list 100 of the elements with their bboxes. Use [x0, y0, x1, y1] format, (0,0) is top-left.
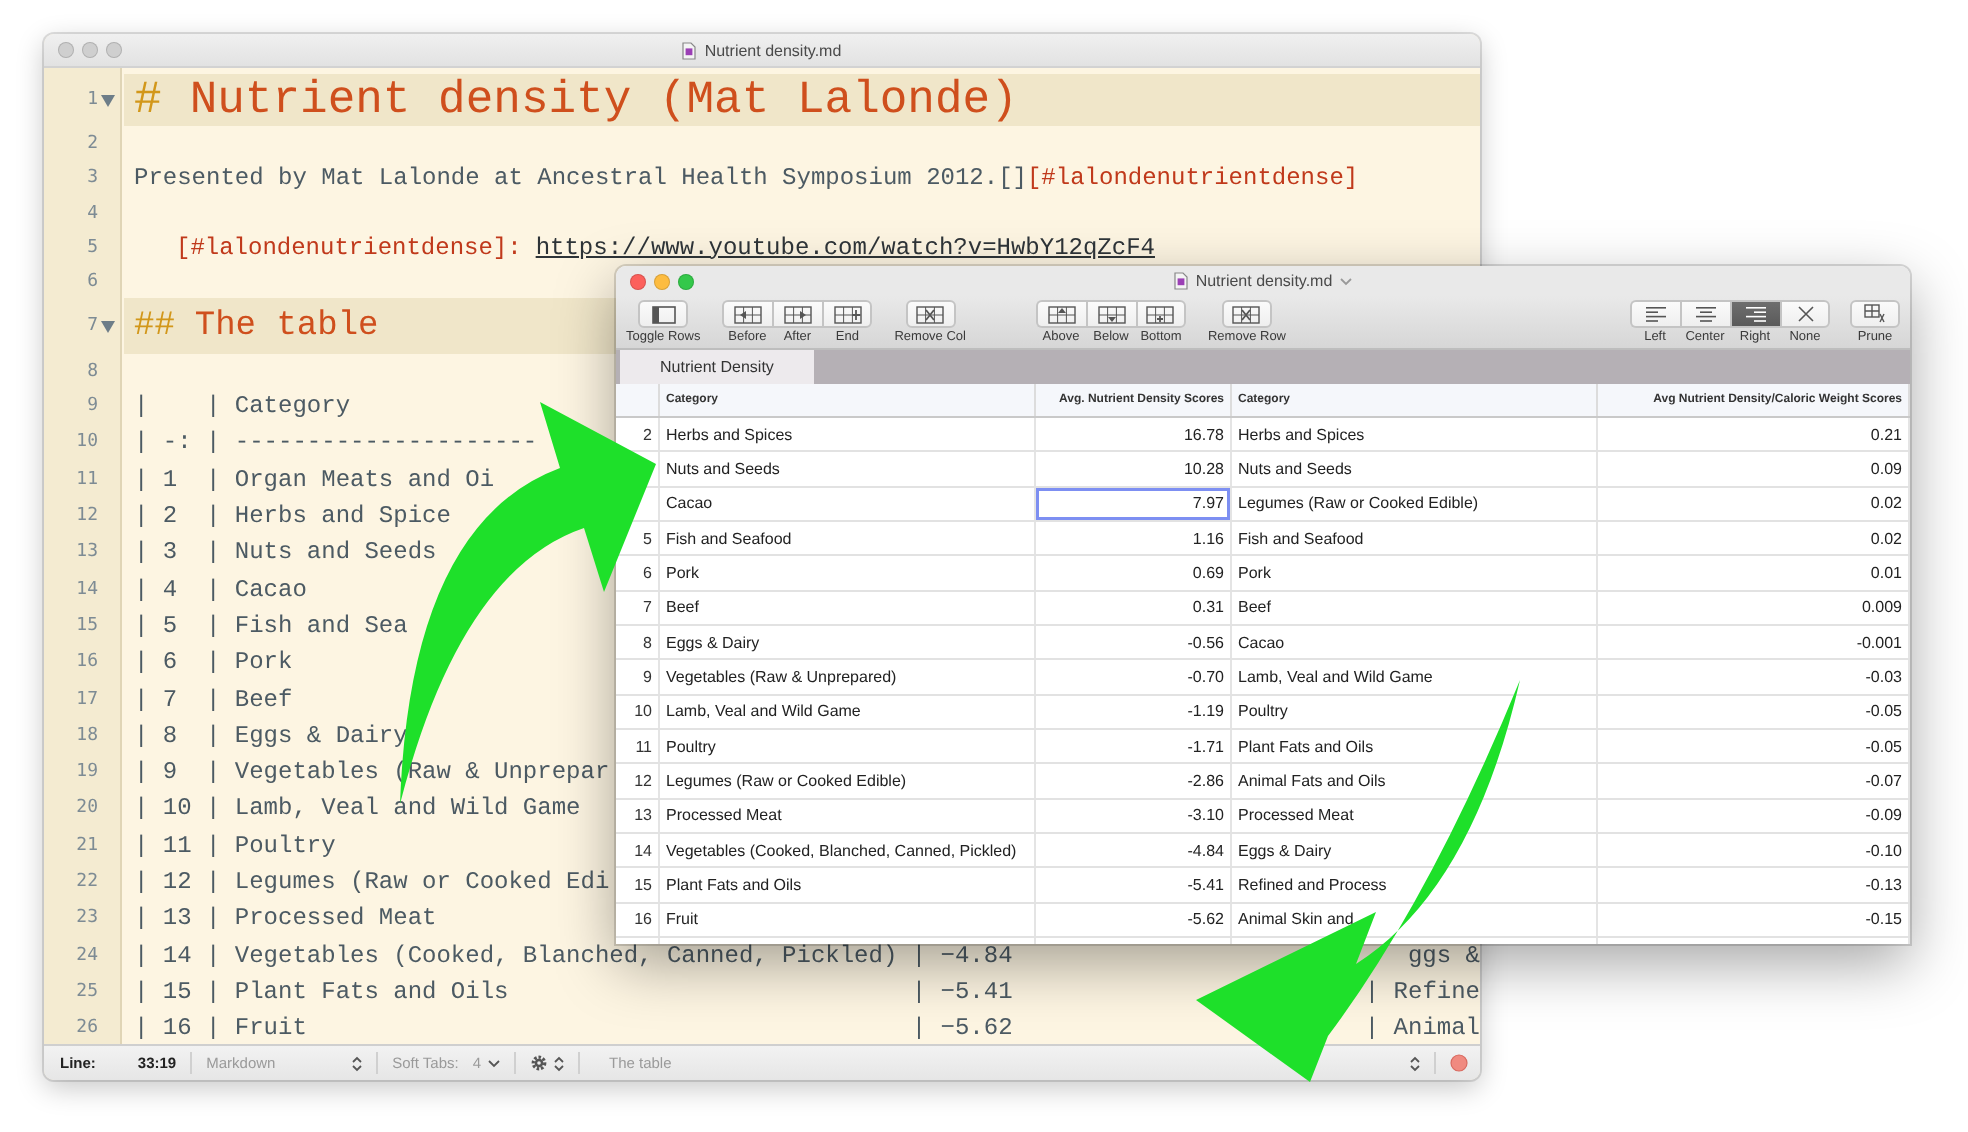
record-icon[interactable] [1450, 1054, 1468, 1072]
line-number: 4 [87, 203, 98, 223]
table-cell[interactable]: Nuts and Seeds [1232, 452, 1598, 486]
table-cell[interactable]: Beef [1232, 591, 1598, 625]
table-cell[interactable]: Cacao [1232, 626, 1598, 659]
row-number: 13 [616, 799, 660, 833]
table-prune-icon [1863, 304, 1887, 324]
line-number: 3 [87, 168, 98, 188]
table-cell[interactable]: 0.31 [1036, 591, 1232, 625]
code-text: | 2 | Herbs and Spice [134, 502, 451, 531]
table-cell[interactable]: -0.07 [1598, 764, 1910, 798]
table-cell[interactable]: Fish and Seafood [660, 522, 1036, 555]
code-text: | 1 | Organ Meats and Oi [134, 465, 495, 494]
table-cell[interactable]: 0.21 [1598, 418, 1910, 451]
toolbar-button[interactable] [1035, 300, 1086, 328]
table-cell[interactable]: -3.10 [1036, 799, 1232, 833]
table-cell[interactable]: Legumes (Raw or Cooked Edible) [1232, 487, 1598, 521]
table-cell[interactable]: -0.10 [1598, 834, 1910, 867]
tag-text: [#lalondenutrientdense] [1026, 164, 1359, 192]
table-cell[interactable]: 0.09 [1598, 452, 1910, 486]
table-cell[interactable]: Beef [660, 591, 1036, 625]
table-cell[interactable]: Vegetables (Raw & Unprepared) [660, 660, 1036, 694]
table-cell[interactable]: Processed Meat [660, 799, 1036, 833]
toolbar-button[interactable] [638, 300, 689, 328]
toolbar-button[interactable] [1135, 300, 1186, 328]
toolbar-button[interactable] [1085, 300, 1136, 328]
table-cell[interactable]: Plant Fats and Oils [660, 868, 1036, 902]
toolbar-button[interactable] [822, 300, 873, 328]
code-text: Presented by Mat Lalonde at Ancestral Health Symposium 2012.[] [134, 164, 1027, 192]
table-cell[interactable]: 7.97 [1036, 487, 1232, 521]
table-cell[interactable]: 16.78 [1036, 418, 1232, 451]
table-cell[interactable]: Herbs and Spices [660, 418, 1036, 451]
line-number: 11 [76, 469, 98, 490]
table-cell[interactable]: -0.13 [1598, 868, 1910, 902]
table-cell[interactable]: -1.71 [1036, 730, 1232, 763]
table-cell[interactable]: 10.28 [1036, 452, 1232, 486]
table-cell[interactable]: Poultry [660, 730, 1036, 763]
table-cell[interactable]: -0.05 [1598, 730, 1910, 763]
url-link[interactable]: https://www.youtube.com/watch?v=HwbY12qZcF4 [535, 233, 1155, 261]
table-cell[interactable]: -0.09 [1598, 799, 1910, 833]
table-cell[interactable]: Fruit [660, 903, 1036, 937]
code-text: | 11 | Poultry [134, 831, 336, 860]
table-cell[interactable]: 0.02 [1598, 522, 1910, 555]
table-cell[interactable]: -0.15 [1598, 903, 1910, 937]
table-cell[interactable]: -0.70 [1036, 660, 1232, 694]
table-cell[interactable]: -5.41 [1036, 868, 1232, 902]
table-cell[interactable]: 0.02 [1598, 487, 1910, 521]
table-cell[interactable]: Lamb, Veal and Wild Game [660, 695, 1036, 729]
row-number: 16 [616, 903, 660, 937]
line-number: 2 [87, 133, 98, 153]
line-number: 23 [76, 908, 98, 929]
table-cell[interactable]: Nuts and Seeds [660, 452, 1036, 486]
sheet-tab[interactable]: Nutrient Density [620, 350, 814, 384]
document-icon [1173, 272, 1188, 290]
table-cell[interactable]: Cacao [660, 487, 1036, 521]
toolbar-button[interactable] [772, 300, 823, 328]
fold-triangle-icon[interactable] [100, 93, 116, 107]
table-cell[interactable]: Pork [1232, 556, 1598, 590]
table-cell[interactable]: -2.86 [1036, 764, 1232, 798]
table-cell[interactable]: -1.19 [1036, 695, 1232, 729]
table-cell[interactable]: -0.56 [1036, 626, 1232, 659]
line-number: 1 [87, 90, 98, 110]
code-text: | 3 | Nuts and Seeds [134, 538, 437, 567]
toolbar-button[interactable] [1730, 300, 1780, 328]
toolbar-button[interactable] [1850, 300, 1900, 328]
line-number: 12 [76, 506, 98, 527]
table-cell[interactable]: 0.009 [1598, 591, 1910, 625]
line-number: 25 [76, 981, 98, 1002]
table-cell[interactable]: Pork [660, 556, 1036, 590]
table-cell[interactable]: Herbs and Spices [1232, 418, 1598, 451]
line-number: 20 [76, 798, 98, 819]
table-cell[interactable]: Vegetables (Cooked, Blanched, Canned, Pickled) [660, 834, 1036, 867]
table-cell[interactable]: -0.05 [1598, 695, 1910, 729]
toolbar-button[interactable] [1221, 300, 1272, 328]
toolbar-button[interactable] [905, 300, 956, 328]
stepper-icon [352, 1055, 363, 1071]
table-cell[interactable]: Eggs & Dairy [660, 626, 1036, 659]
settings-popup[interactable] [529, 1054, 563, 1072]
table-cell[interactable]: 0.01 [1598, 556, 1910, 590]
fold-triangle-icon[interactable] [100, 319, 116, 333]
table-cell[interactable]: Legumes (Raw or Cooked Edible) [660, 764, 1036, 798]
chevron-icon [487, 1059, 499, 1067]
table-cell[interactable]: 0.69 [1036, 556, 1232, 590]
toolbar-button[interactable] [722, 300, 773, 328]
align-center-icon [1695, 306, 1717, 322]
table-cell[interactable]: -0.03 [1598, 660, 1910, 694]
align-left-icon [1645, 306, 1667, 322]
toolbar-button[interactable] [1780, 300, 1830, 328]
table-cell[interactable]: -0.001 [1598, 626, 1910, 659]
line-number: 26 [76, 1018, 98, 1039]
toolbar-button[interactable] [1630, 300, 1680, 328]
toolbar-button[interactable] [1680, 300, 1730, 328]
table-cell[interactable]: -5.62 [1036, 903, 1232, 937]
line-number: 22 [76, 872, 98, 892]
table-cell[interactable]: -4.84 [1036, 834, 1232, 867]
table-grid-icon [916, 305, 945, 323]
row-number: 15 [616, 868, 660, 902]
table-cell[interactable]: Fish and Seafood [1232, 522, 1598, 555]
code-text: | | Category [134, 392, 351, 421]
table-cell[interactable]: 1.16 [1036, 522, 1232, 555]
